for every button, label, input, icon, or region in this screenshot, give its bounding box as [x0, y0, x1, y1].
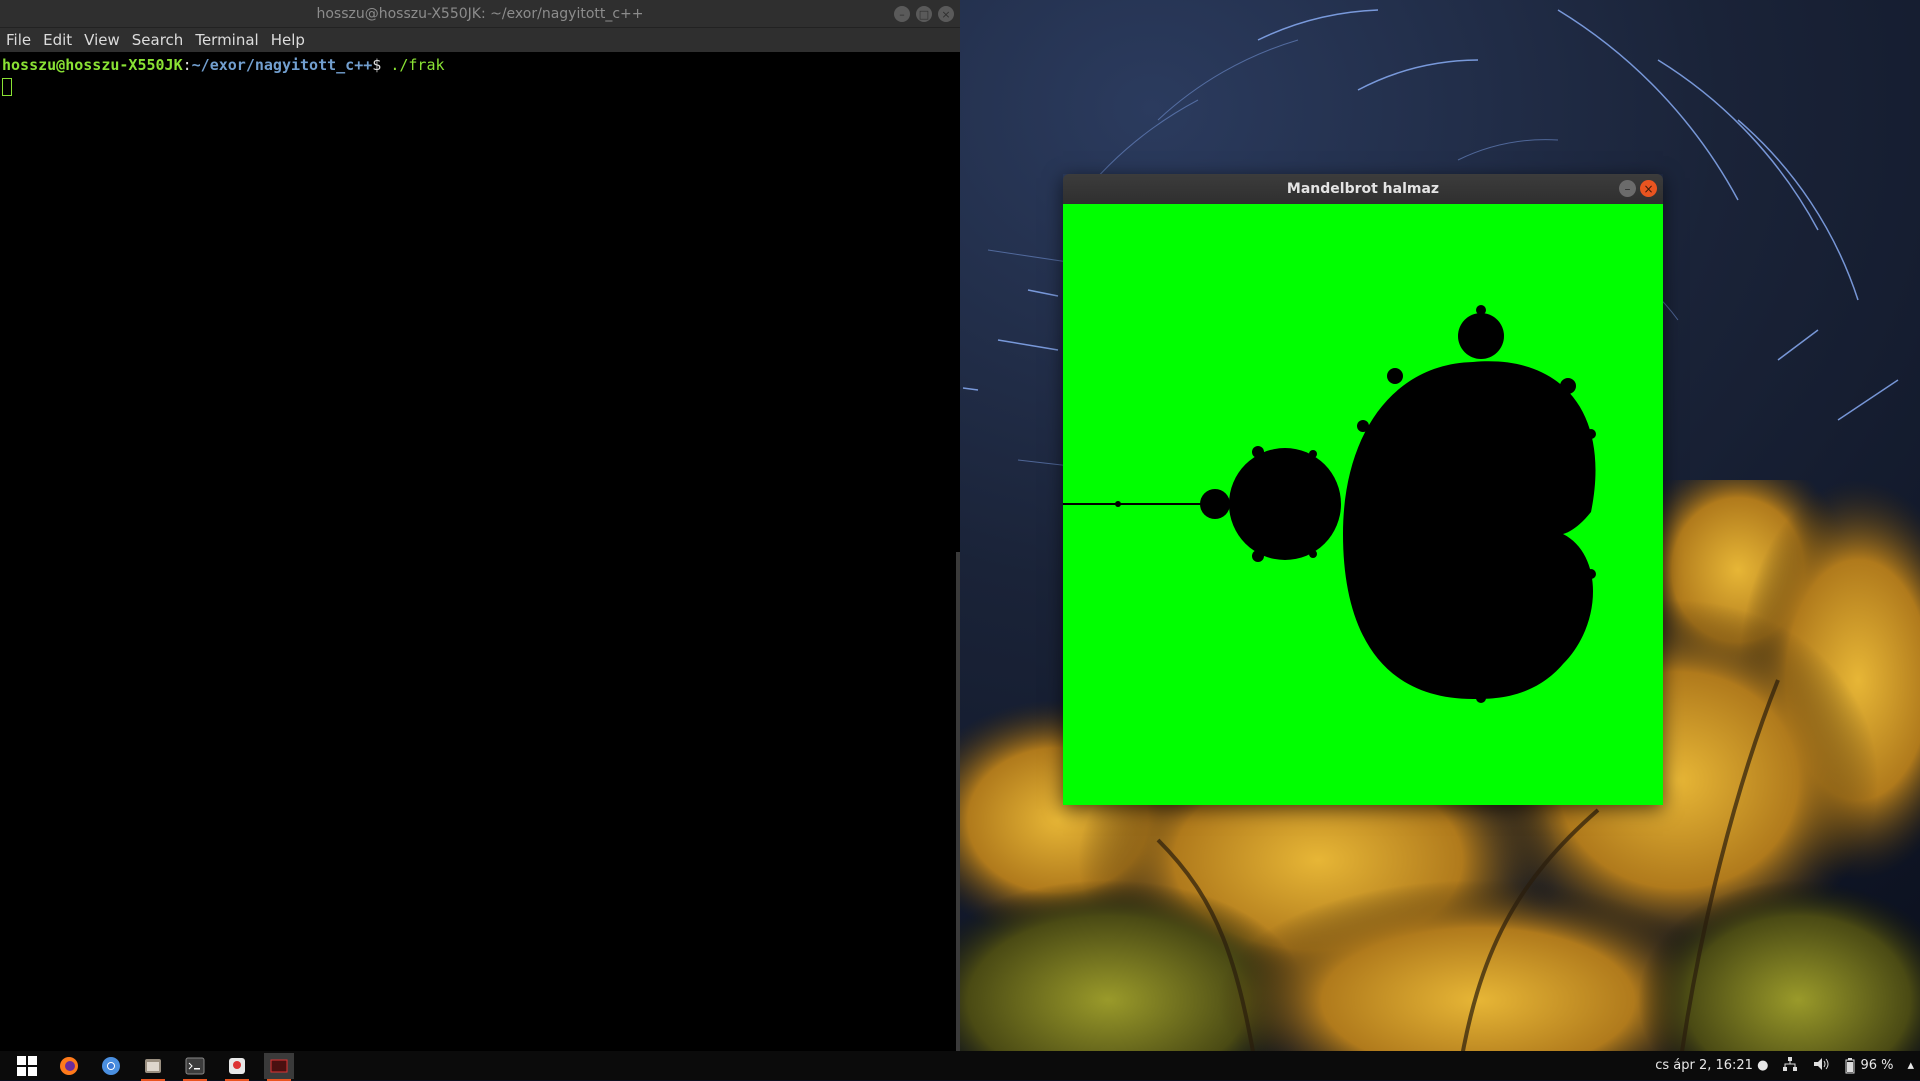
terminal-title: hosszu@hosszu-X550JK: ~/exor/nagyitott_c… [316, 5, 644, 22]
volume-icon[interactable] [1812, 1056, 1830, 1076]
menu-terminal[interactable]: Terminal [195, 31, 258, 49]
menu-edit[interactable]: Edit [43, 31, 72, 49]
terminal-titlebar[interactable]: hosszu@hosszu-X550JK: ~/exor/nagyitott_c… [0, 0, 960, 28]
terminal-icon[interactable] [180, 1053, 210, 1081]
menu-help[interactable]: Help [271, 31, 305, 49]
battery-percent: 96 % [1860, 1058, 1894, 1073]
chevron-up-icon[interactable]: ▴ [1907, 1058, 1914, 1073]
app-icon[interactable] [222, 1053, 252, 1081]
prompt-line: hosszu@hosszu-X550JK:~/exor/nagyitott_c+… [2, 56, 958, 74]
prompt-user: hosszu@hosszu-X550JK [2, 56, 183, 74]
prompt-separator: : [182, 56, 192, 74]
text-cursor [2, 78, 12, 96]
terminal-window[interactable]: hosszu@hosszu-X550JK: ~/exor/nagyitott_c… [0, 0, 960, 1052]
prompt-path: ~/exor/nagyitott_c++ [191, 56, 373, 74]
maximize-button[interactable]: □ [916, 6, 932, 22]
terminal-scrollbar[interactable] [956, 552, 960, 1052]
menu-file[interactable]: File [6, 31, 31, 49]
mandelbrot-set [1063, 305, 1596, 703]
firefox-icon[interactable] [54, 1053, 84, 1079]
battery-icon [1845, 1057, 1855, 1073]
chrome-icon[interactable] [96, 1053, 126, 1079]
mandelbrot-canvas[interactable] [1063, 204, 1663, 805]
battery-indicator[interactable]: 96 % [1844, 1057, 1894, 1074]
mandelbrot-titlebar[interactable]: Mandelbrot halmaz – × [1063, 174, 1663, 204]
prompt-symbol: $ [372, 56, 382, 74]
mandelbrot-window[interactable]: Mandelbrot halmaz – × [1063, 174, 1663, 805]
mandelbrot-title: Mandelbrot halmaz [1286, 181, 1440, 197]
close-button[interactable]: × [938, 6, 954, 22]
menu-search[interactable]: Search [132, 31, 184, 49]
windows-icon[interactable] [12, 1053, 42, 1079]
minimize-button[interactable]: – [894, 6, 910, 22]
terminal-output[interactable]: hosszu@hosszu-X550JK:~/exor/nagyitott_c+… [0, 52, 960, 100]
window-icon[interactable] [264, 1052, 294, 1081]
minimize-button[interactable]: – [1619, 180, 1636, 197]
taskbar: cs ápr 2, 16:21 ● 96 % ▴ [0, 1051, 1920, 1081]
command-text: ./frak [381, 56, 445, 74]
files-icon[interactable] [138, 1053, 168, 1081]
menu-view[interactable]: View [84, 31, 120, 49]
close-button[interactable]: × [1640, 180, 1657, 197]
network-icon[interactable] [1782, 1056, 1798, 1076]
system-tray: cs ápr 2, 16:21 ● 96 % ▴ [1655, 1051, 1914, 1080]
clock[interactable]: cs ápr 2, 16:21 ● [1655, 1058, 1768, 1073]
terminal-menubar: File Edit View Search Terminal Help [0, 28, 960, 52]
